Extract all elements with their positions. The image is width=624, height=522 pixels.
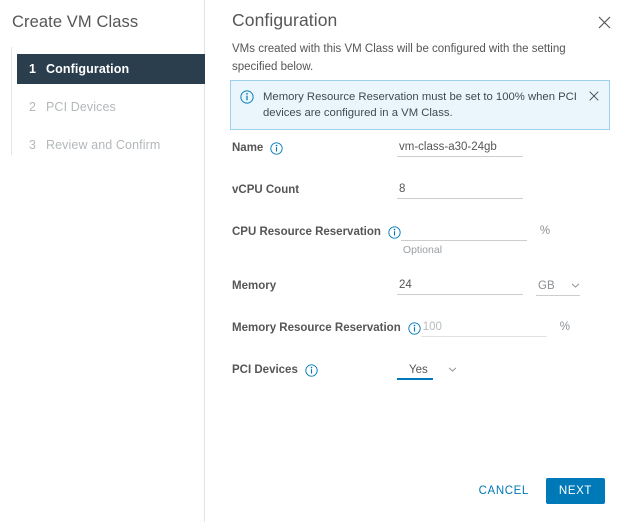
info-circle-icon[interactable]	[408, 321, 421, 335]
memory-input[interactable]	[397, 276, 523, 295]
form-row-cpu-reservation: CPU Resource Reservation % Optional	[205, 222, 624, 256]
page-title: Configuration	[232, 10, 338, 30]
form-row-name: Name	[205, 138, 624, 158]
wizard-title: Create VM Class	[12, 13, 139, 31]
info-alert: Memory Resource Reservation must be set …	[230, 80, 610, 130]
name-label-wrap: Name	[205, 138, 397, 158]
memory-control: GB	[397, 276, 624, 296]
info-circle-icon[interactable]	[388, 225, 401, 239]
cpu-reservation-label-wrap: CPU Resource Reservation	[205, 222, 401, 242]
form-row-memory-reservation: Memory Resource Reservation %	[205, 318, 624, 338]
sidebar-item-pci-devices[interactable]: 2 PCI Devices	[17, 92, 205, 122]
memory-unit-value: GB	[538, 279, 555, 292]
step-label: Configuration	[46, 62, 130, 76]
pci-devices-value: Yes	[409, 363, 428, 376]
name-control	[397, 138, 624, 157]
cpu-resource-reservation-label: CPU Resource Reservation	[232, 226, 381, 238]
memory-label: Memory	[232, 280, 277, 292]
pci-devices-focus-underline	[397, 378, 433, 380]
memory-unit-select[interactable]: GB	[536, 276, 580, 296]
close-icon[interactable]	[593, 11, 615, 33]
create-vm-class-wizard: Create VM Class 1 Configuration 2 PCI De…	[0, 0, 624, 522]
cancel-button[interactable]: CANCEL	[469, 479, 539, 503]
wizard-footer: CANCEL NEXT	[205, 460, 624, 522]
memory-label-wrap: Memory	[205, 276, 397, 296]
configuration-form: Name vCPU Count	[205, 138, 624, 380]
wizard-sidebar: Create VM Class 1 Configuration 2 PCI De…	[0, 0, 205, 522]
form-row-pci-devices: PCI Devices Yes	[205, 360, 624, 380]
step-label: Review and Confirm	[46, 138, 161, 152]
name-input[interactable]	[397, 138, 523, 157]
wizard-content: Configuration VMs created with this VM C…	[205, 0, 624, 522]
name-label: Name	[232, 142, 264, 154]
chevron-down-icon	[571, 281, 580, 290]
sidebar-item-configuration[interactable]: 1 Configuration	[17, 54, 205, 84]
memory-resource-reservation-label: Memory Resource Reservation	[232, 322, 401, 334]
cpu-reservation-control: % Optional	[400, 222, 624, 256]
form-row-memory: Memory GB	[205, 276, 624, 296]
vcpu-control	[397, 180, 624, 199]
info-circle-icon[interactable]	[270, 141, 283, 155]
memory-reservation-control: %	[420, 318, 624, 337]
cpu-resource-reservation-input[interactable]	[400, 222, 527, 241]
memory-reservation-unit: %	[559, 321, 570, 333]
step-number: 2	[29, 100, 36, 114]
pci-devices-label: PCI Devices	[232, 364, 298, 376]
wizard-step-list: 1 Configuration 2 PCI Devices 3 Review a…	[0, 54, 205, 160]
step-number: 3	[29, 138, 36, 152]
cpu-reservation-helper-text: Optional	[402, 244, 443, 256]
pci-devices-select[interactable]: Yes	[397, 360, 457, 380]
memory-resource-reservation-input[interactable]	[420, 318, 547, 337]
memory-reservation-label-wrap: Memory Resource Reservation	[205, 318, 421, 338]
pci-devices-control: Yes	[397, 360, 624, 380]
page-subtitle: VMs created with this VM Class will be c…	[232, 43, 566, 73]
form-row-vcpu-count: vCPU Count	[205, 180, 624, 200]
vcpu-label-wrap: vCPU Count	[205, 180, 397, 200]
pci-devices-label-wrap: PCI Devices	[205, 360, 397, 380]
info-circle-icon[interactable]	[305, 363, 318, 377]
alert-message: Memory Resource Reservation must be set …	[263, 91, 577, 119]
step-label: PCI Devices	[46, 100, 116, 114]
step-number: 1	[29, 62, 36, 76]
next-button[interactable]: NEXT	[545, 478, 605, 504]
chevron-down-icon	[448, 365, 457, 374]
vcpu-count-input[interactable]	[397, 180, 523, 199]
info-circle-icon	[240, 90, 255, 109]
alert-close-icon[interactable]	[586, 90, 601, 102]
cpu-reservation-unit: %	[539, 225, 551, 237]
vcpu-count-label: vCPU Count	[232, 184, 300, 196]
sidebar-item-review-and-confirm[interactable]: 3 Review and Confirm	[17, 130, 205, 160]
